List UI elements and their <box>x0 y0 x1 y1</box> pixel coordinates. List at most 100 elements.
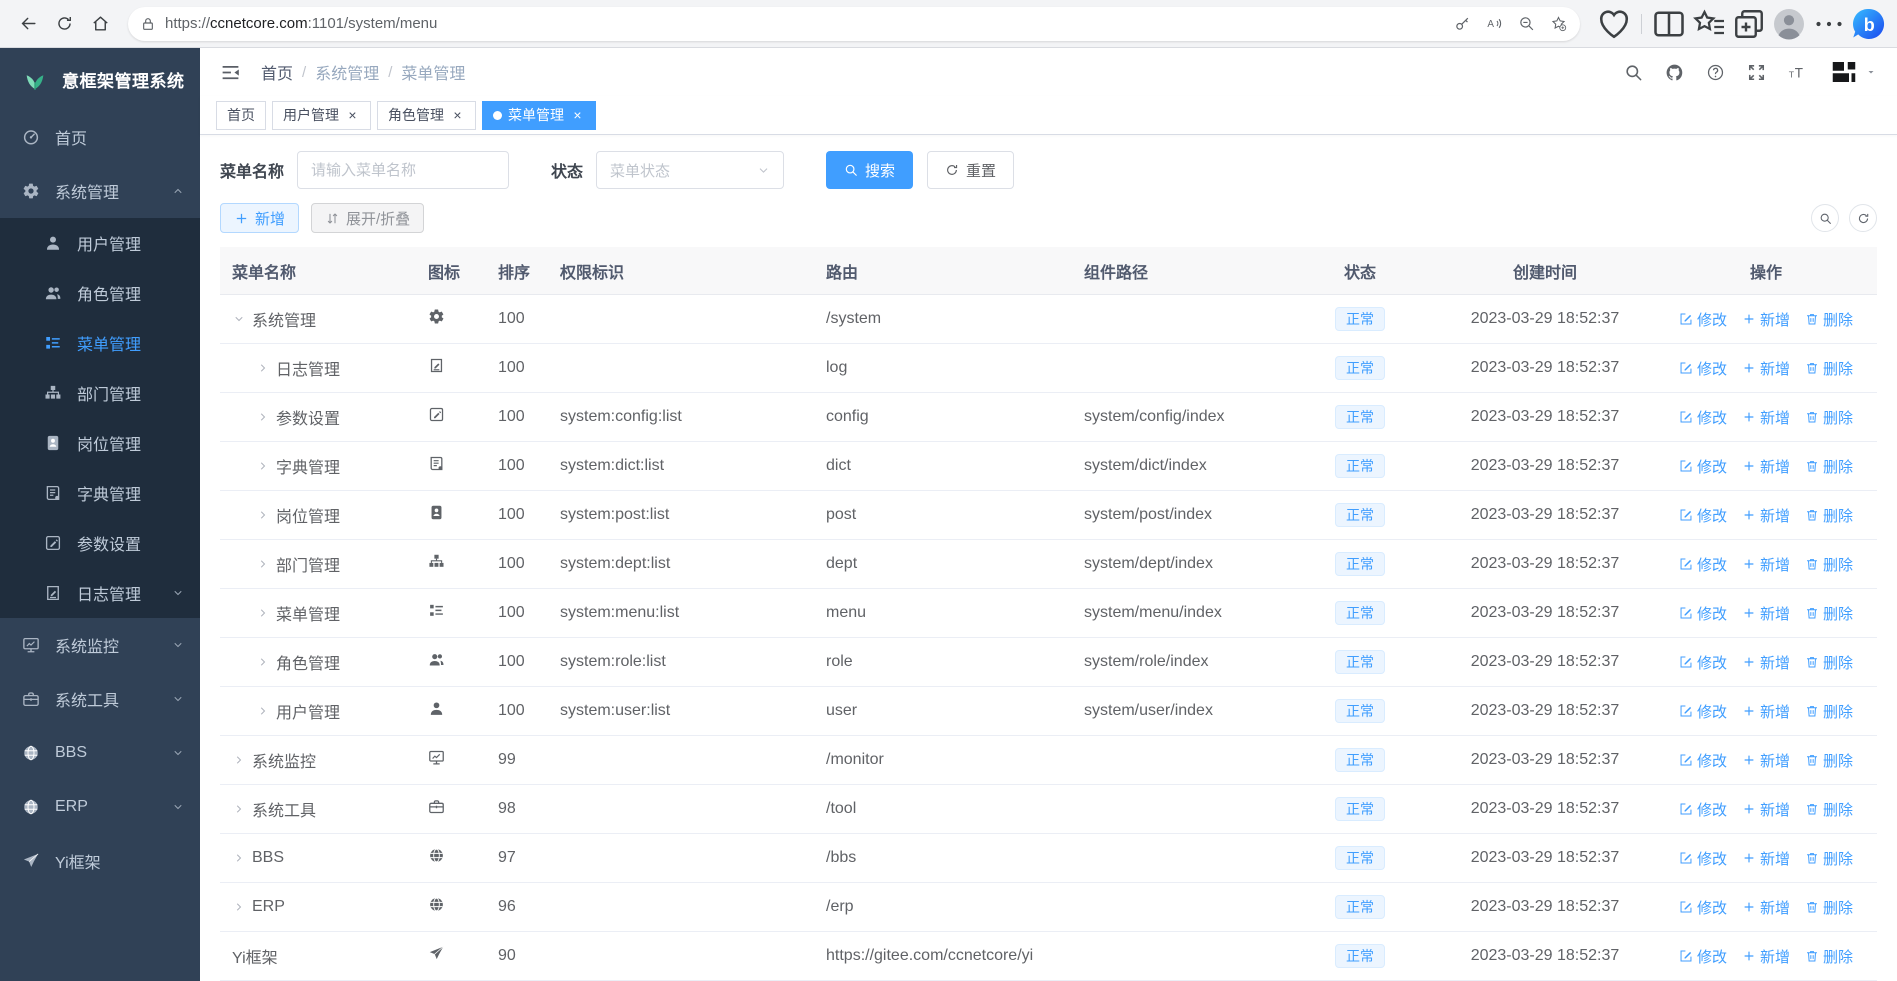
reload-button[interactable] <box>46 7 82 41</box>
delete-action[interactable]: 删除 <box>1805 946 1853 967</box>
expand-collapse-button[interactable]: 展开/折叠 <box>311 203 425 233</box>
github-icon[interactable] <box>1665 63 1684 82</box>
user-avatar[interactable] <box>1829 57 1877 87</box>
expand-row-icon[interactable] <box>232 754 245 766</box>
edit-action[interactable]: 修改 <box>1679 505 1727 526</box>
fullscreen-icon[interactable] <box>1747 63 1766 82</box>
star-plus-icon[interactable] <box>1542 9 1574 39</box>
sidebar-item-BBS[interactable]: BBS <box>0 726 200 780</box>
expand-row-icon[interactable] <box>256 411 269 423</box>
more-icon[interactable] <box>1811 7 1847 41</box>
expand-row-icon[interactable] <box>256 656 269 668</box>
zoom-out-icon[interactable] <box>1510 9 1542 39</box>
edit-action[interactable]: 修改 <box>1679 701 1727 722</box>
expand-row-icon[interactable] <box>232 803 245 815</box>
search-button[interactable]: 搜索 <box>826 151 914 189</box>
sidebar-item-字典管理[interactable]: 字典管理 <box>0 468 200 518</box>
home-button[interactable] <box>82 7 118 41</box>
sidebar-item-系统监控[interactable]: 系统监控 <box>0 618 200 672</box>
key-icon[interactable] <box>1446 9 1478 39</box>
sidebar-item-岗位管理[interactable]: 岗位管理 <box>0 418 200 468</box>
edit-action[interactable]: 修改 <box>1679 750 1727 771</box>
expand-row-icon[interactable] <box>256 509 269 521</box>
read-aloud-icon[interactable]: A <box>1478 9 1510 39</box>
font-size-icon[interactable]: TT <box>1788 63 1807 82</box>
add-action[interactable]: 新增 <box>1742 652 1790 673</box>
add-action[interactable]: 新增 <box>1742 505 1790 526</box>
add-action[interactable]: 新增 <box>1742 946 1790 967</box>
sidebar-item-首页[interactable]: 首页 <box>0 110 200 164</box>
delete-action[interactable]: 删除 <box>1805 505 1853 526</box>
delete-action[interactable]: 删除 <box>1805 750 1853 771</box>
delete-action[interactable]: 删除 <box>1805 456 1853 477</box>
add-action[interactable]: 新增 <box>1742 603 1790 624</box>
tab-用户管理[interactable]: 用户管理 × <box>272 100 371 130</box>
delete-action[interactable]: 删除 <box>1805 799 1853 820</box>
sidebar-item-部门管理[interactable]: 部门管理 <box>0 368 200 418</box>
sidebar-item-系统管理[interactable]: 系统管理 <box>0 164 200 218</box>
breadcrumb-item-系统管理[interactable]: 系统管理 <box>315 60 379 84</box>
delete-action[interactable]: 删除 <box>1805 358 1853 379</box>
edit-action[interactable]: 修改 <box>1679 799 1727 820</box>
add-button[interactable]: 新增 <box>220 203 300 233</box>
bing-icon[interactable]: b <box>1851 7 1887 41</box>
sidebar-item-用户管理[interactable]: 用户管理 <box>0 218 200 268</box>
delete-action[interactable]: 删除 <box>1805 554 1853 575</box>
back-button[interactable] <box>10 7 46 41</box>
sidebar-item-Yi框架[interactable]: Yi框架 <box>0 834 200 888</box>
edit-action[interactable]: 修改 <box>1679 407 1727 428</box>
lock-icon[interactable] <box>140 16 156 32</box>
status-select[interactable]: 菜单状态 <box>596 151 785 189</box>
reset-button[interactable]: 重置 <box>927 151 1015 189</box>
add-action[interactable]: 新增 <box>1742 358 1790 379</box>
tab-菜单管理[interactable]: 菜单管理 × <box>482 100 596 130</box>
add-action[interactable]: 新增 <box>1742 701 1790 722</box>
sidebar-item-参数设置[interactable]: 参数设置 <box>0 518 200 568</box>
tab-角色管理[interactable]: 角色管理 × <box>377 100 476 130</box>
tab-close-icon[interactable]: × <box>450 108 465 123</box>
tab-首页[interactable]: 首页 <box>216 100 266 130</box>
add-action[interactable]: 新增 <box>1742 407 1790 428</box>
address-bar[interactable]: https://ccnetcore.com:1101/system/menu A <box>128 6 1580 41</box>
delete-action[interactable]: 删除 <box>1805 848 1853 869</box>
expand-row-icon[interactable] <box>256 460 269 472</box>
delete-action[interactable]: 删除 <box>1805 701 1853 722</box>
collapse-row-icon[interactable] <box>232 313 245 325</box>
sidebar-collapse-icon[interactable] <box>220 62 241 83</box>
collections-icon[interactable] <box>1731 7 1767 41</box>
refresh-table-button[interactable] <box>1849 204 1877 232</box>
edit-action[interactable]: 修改 <box>1679 456 1727 477</box>
edit-action[interactable]: 修改 <box>1679 309 1727 330</box>
breadcrumb-item-首页[interactable]: 首页 <box>261 60 293 84</box>
profile-avatar-icon[interactable] <box>1771 7 1807 41</box>
add-action[interactable]: 新增 <box>1742 848 1790 869</box>
search-icon[interactable] <box>1624 63 1643 82</box>
add-action[interactable]: 新增 <box>1742 309 1790 330</box>
sidebar-item-菜单管理[interactable]: 菜单管理 <box>0 318 200 368</box>
menu-name-input[interactable] <box>297 151 510 189</box>
favorites-bar-icon[interactable] <box>1691 7 1727 41</box>
sidebar-item-角色管理[interactable]: 角色管理 <box>0 268 200 318</box>
edit-action[interactable]: 修改 <box>1679 946 1727 967</box>
tab-close-icon[interactable]: × <box>570 108 585 123</box>
expand-row-icon[interactable] <box>256 362 269 374</box>
add-action[interactable]: 新增 <box>1742 799 1790 820</box>
sidebar-item-ERP[interactable]: ERP <box>0 780 200 834</box>
edit-action[interactable]: 修改 <box>1679 652 1727 673</box>
expand-row-icon[interactable] <box>256 607 269 619</box>
delete-action[interactable]: 删除 <box>1805 897 1853 918</box>
delete-action[interactable]: 删除 <box>1805 652 1853 673</box>
expand-row-icon[interactable] <box>256 705 269 717</box>
sidebar-item-日志管理[interactable]: 日志管理 <box>0 568 200 618</box>
sidebar-item-系统工具[interactable]: 系统工具 <box>0 672 200 726</box>
expand-row-icon[interactable] <box>256 558 269 570</box>
split-screen-icon[interactable] <box>1651 7 1687 41</box>
add-action[interactable]: 新增 <box>1742 554 1790 575</box>
edit-action[interactable]: 修改 <box>1679 554 1727 575</box>
show-search-button[interactable] <box>1811 204 1839 232</box>
edit-action[interactable]: 修改 <box>1679 603 1727 624</box>
tab-close-icon[interactable]: × <box>345 108 360 123</box>
add-action[interactable]: 新增 <box>1742 897 1790 918</box>
edit-action[interactable]: 修改 <box>1679 897 1727 918</box>
delete-action[interactable]: 删除 <box>1805 603 1853 624</box>
